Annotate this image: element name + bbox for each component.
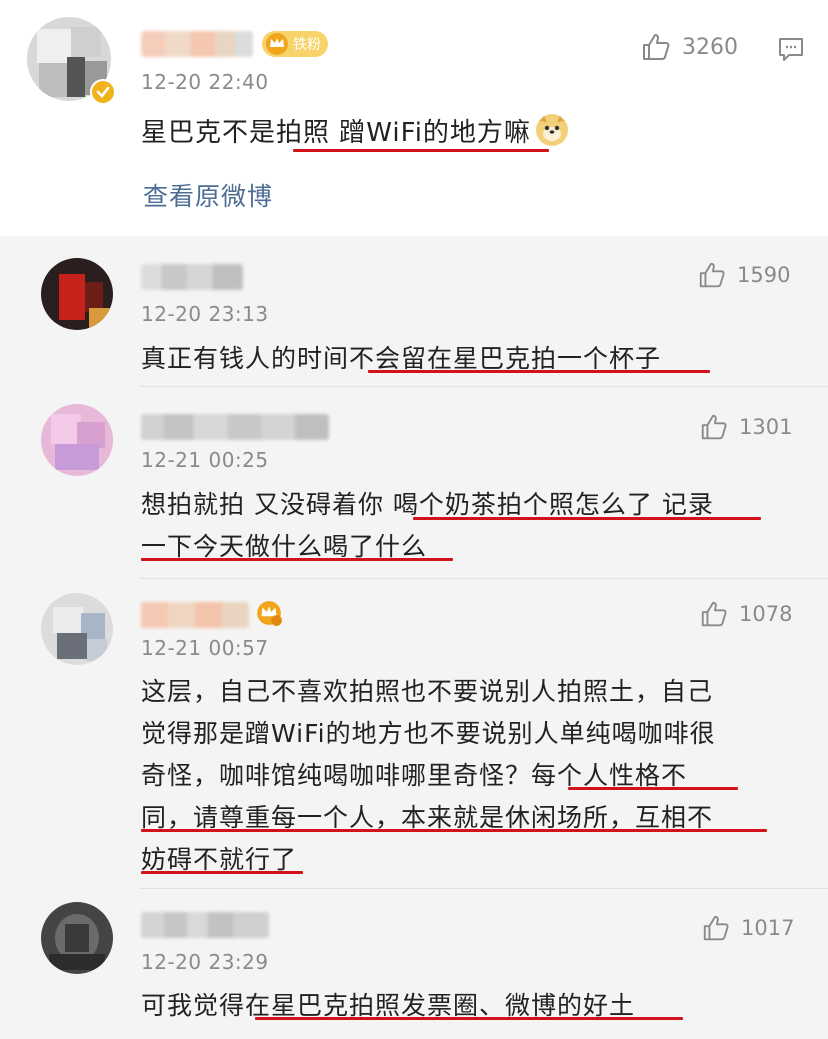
username[interactable] [141, 31, 253, 57]
like-count: 1017 [741, 916, 795, 940]
comment-text: 星巴克不是拍照 蹭WiFi的地方嘛 [141, 112, 569, 154]
comment-time: 12-20 23:29 [141, 950, 269, 974]
thumbs-up-icon [643, 34, 670, 60]
username[interactable] [141, 912, 269, 938]
view-original-link[interactable]: 查看原微博 [143, 177, 273, 213]
avatar[interactable] [41, 258, 113, 330]
comment-icon [779, 38, 803, 61]
highlight-underline [141, 558, 453, 561]
reply-list: 12-20 23:13 1590 真正有钱人的时间不会留在星巴克拍一个杯子 12… [0, 236, 828, 1039]
highlight-underline [255, 1017, 683, 1020]
divider [140, 888, 828, 889]
username[interactable] [141, 264, 243, 290]
thumbs-up-icon [701, 601, 727, 627]
divider [140, 578, 828, 579]
doge-emoji-icon [535, 113, 569, 154]
avatar[interactable] [41, 404, 113, 476]
comment-time: 12-20 22:40 [141, 70, 269, 94]
like-button[interactable]: 1301 [699, 412, 792, 442]
like-button[interactable]: 1078 [699, 599, 792, 629]
like-button[interactable]: 1017 [701, 913, 794, 943]
like-button[interactable]: 1590 [697, 260, 790, 290]
fan-badge-label: 铁粉 [293, 37, 321, 53]
comment-time: 12-21 00:57 [141, 636, 269, 660]
avatar[interactable] [41, 902, 113, 974]
thumbs-up-icon [699, 262, 725, 288]
like-count: 1590 [737, 263, 791, 287]
crown-badge-icon [255, 599, 283, 631]
like-button[interactable]: 3260 [640, 31, 738, 63]
highlight-underline [293, 149, 549, 152]
highlight-underline [141, 829, 767, 832]
like-count: 3260 [682, 34, 738, 60]
highlight-underline [413, 517, 761, 520]
avatar[interactable] [41, 593, 113, 665]
like-count: 1301 [739, 415, 793, 439]
comment-time: 12-20 23:13 [141, 302, 269, 326]
comment-time: 12-21 00:25 [141, 448, 269, 472]
highlight-underline [141, 871, 303, 874]
reply-text-line: 觉得那是蹭WiFi的地方也不要说别人单纯喝咖啡很 [141, 719, 716, 748]
thumbs-up-icon [703, 915, 729, 941]
username[interactable] [141, 414, 329, 440]
fan-badge: 铁粉 [262, 31, 328, 57]
main-comment: 铁粉 12-20 22:40 3260 星巴克不是拍照 蹭WiFi的地方嘛 查看… [0, 0, 828, 236]
like-count: 1078 [739, 602, 793, 626]
comment-button[interactable] [777, 35, 805, 67]
divider [140, 386, 828, 387]
highlight-underline [568, 787, 738, 790]
highlight-underline [368, 370, 710, 373]
crown-badge-icon [266, 33, 288, 55]
verified-icon [90, 79, 116, 105]
reply-text-line: 这层，自己不喜欢拍照也不要说别人拍照土，自己 [141, 677, 714, 706]
thumbs-up-icon [701, 414, 727, 440]
reply-text-line: 想拍就拍 又没碍着你 喝个奶茶拍个照怎么了 记录 [141, 490, 714, 519]
username[interactable] [141, 602, 249, 628]
